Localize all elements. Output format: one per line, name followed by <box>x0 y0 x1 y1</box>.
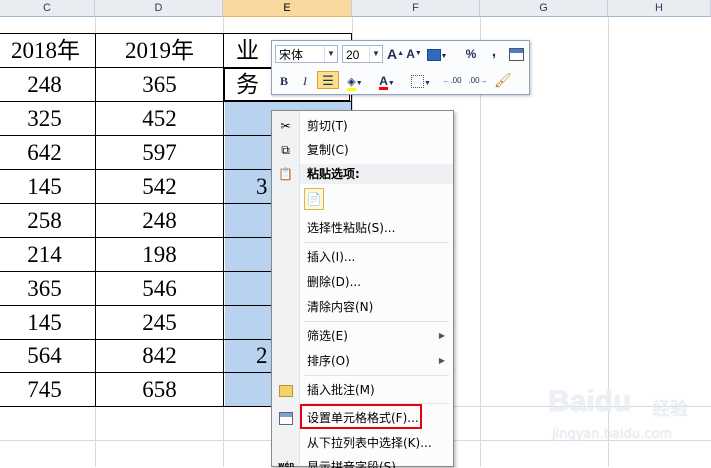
fill-color-button[interactable]: ◈▼ <box>343 72 367 91</box>
submenu-arrow-icon: ▶ <box>438 331 445 340</box>
shrink-font-button[interactable]: A▼ <box>406 45 422 63</box>
watermark-logo: Baidu <box>548 385 632 418</box>
accounting-format-button[interactable]: ▼ <box>426 45 448 63</box>
column-header-h[interactable]: H <box>608 0 711 17</box>
menu-item-sort[interactable]: 排序(O) ▶ <box>272 350 453 372</box>
bold-button[interactable]: B <box>276 72 292 90</box>
accounting-format-icon <box>426 48 441 61</box>
data-cell[interactable]: 198 <box>96 238 223 272</box>
menu-item-phonetic[interactable]: wén 显示拼音字段(S) <box>272 456 453 468</box>
data-cell[interactable]: 642 <box>0 136 95 170</box>
data-cell[interactable]: 245 <box>96 306 223 340</box>
borders-icon <box>411 75 425 89</box>
paint-bucket-icon: ◈ <box>347 77 356 91</box>
menu-separator <box>304 321 449 322</box>
column-header-e[interactable]: E <box>223 0 352 17</box>
menu-item-clear-contents[interactable]: 清除内容(N) <box>272 296 453 318</box>
data-cell[interactable]: 542 <box>96 170 223 204</box>
align-center-icon: ☰ <box>322 73 334 88</box>
highlight-annotation <box>300 404 422 429</box>
data-cell[interactable]: 597 <box>96 136 223 170</box>
submenu-arrow-icon: ▶ <box>438 356 445 365</box>
menu-item-delete[interactable]: 删除(D)... <box>272 271 453 293</box>
header-cell-business[interactable]: 业务 <box>236 34 276 97</box>
watermark-sub: 经验 <box>652 399 688 420</box>
menu-item-insert-comment[interactable]: 插入批注(M) <box>272 379 453 401</box>
scissors-icon: ✂ <box>280 119 291 133</box>
italic-button[interactable]: I <box>298 72 312 90</box>
data-cell[interactable]: 145 <box>0 170 95 204</box>
chevron-down-icon[interactable]: ▼ <box>324 46 337 62</box>
data-cell[interactable]: 248 <box>0 68 95 102</box>
format-painter-icon: 🖌 <box>494 72 512 88</box>
data-cell[interactable]: 214 <box>0 238 95 272</box>
paste-button[interactable]: 📄 <box>304 188 324 210</box>
data-cell[interactable]: 452 <box>96 102 223 136</box>
data-cell[interactable]: 745 <box>0 373 95 407</box>
column-header-d[interactable]: D <box>95 0 223 17</box>
grow-font-button[interactable]: A▲ <box>387 45 404 63</box>
format-painter-table-button[interactable] <box>508 45 525 63</box>
data-cell[interactable]: 258 <box>0 204 95 238</box>
paste-options-header: 粘贴选项: <box>300 164 453 184</box>
column-header-c[interactable]: C <box>0 0 95 17</box>
menu-separator <box>304 375 449 376</box>
watermark-url: jingyan.baidu.com <box>552 427 672 442</box>
menu-item-paste-special[interactable]: 选择性粘贴(S)... <box>272 217 453 239</box>
data-cell[interactable]: 564 <box>0 339 95 373</box>
paste-icon: 📄 <box>306 192 322 206</box>
column-header-g[interactable]: G <box>480 0 608 17</box>
menu-item-pick-from-list[interactable]: 从下拉列表中选择(K)... <box>272 432 453 454</box>
decrease-decimal-button[interactable]: .00→ <box>467 72 489 90</box>
font-name-value: 宋体 <box>279 48 304 62</box>
clipboard-icon: 📋 <box>278 167 293 181</box>
percent-button[interactable]: % <box>464 45 478 63</box>
increase-decimal-button[interactable]: ←.00 <box>441 72 463 90</box>
table-border <box>223 33 224 407</box>
data-cell[interactable]: 145 <box>0 306 95 340</box>
borders-button[interactable]: ▼ <box>410 72 432 90</box>
data-cell[interactable]: 248 <box>96 204 223 238</box>
paste-options-gutter: 📋 <box>272 163 299 185</box>
font-color-icon: A <box>379 74 388 90</box>
menu-separator <box>304 242 449 243</box>
menu-item-filter[interactable]: 筛选(E) ▶ <box>272 325 453 347</box>
font-color-button[interactable]: A▼ <box>375 72 399 90</box>
data-cell[interactable]: 658 <box>96 373 223 407</box>
header-cell-2018[interactable]: 2018年 <box>0 34 95 68</box>
format-painter-button[interactable]: 🖌 <box>494 71 512 89</box>
data-cell[interactable]: 365 <box>96 68 223 102</box>
data-cell[interactable]: 365 <box>0 272 95 306</box>
data-cell[interactable]: 546 <box>96 272 223 306</box>
header-cell-2019[interactable]: 2019年 <box>96 34 223 68</box>
font-name-combo[interactable]: 宋体 ▼ <box>275 45 338 63</box>
menu-item-insert[interactable]: 插入(I)... <box>272 246 453 268</box>
center-align-button[interactable]: ☰ <box>317 71 339 89</box>
menu-item-cut[interactable]: ✂ 剪切(T) <box>272 115 453 137</box>
comment-icon <box>279 385 293 397</box>
chevron-down-icon[interactable]: ▼ <box>369 46 382 62</box>
mini-toolbar: 宋体 ▼ 20 ▼ A▲ A▼ ▼ % , B I ☰ ◈▼ A▼ ▼ ←.00… <box>271 40 530 95</box>
menu-item-copy[interactable]: ⧉ 复制(C) <box>272 139 453 161</box>
comma-button[interactable]: , <box>489 43 499 61</box>
font-size-combo[interactable]: 20 ▼ <box>342 45 383 63</box>
font-size-value: 20 <box>346 48 360 62</box>
data-cell[interactable]: 325 <box>0 102 95 136</box>
data-cell[interactable]: 842 <box>96 339 223 373</box>
column-header-f[interactable]: F <box>352 0 480 17</box>
table-format-icon <box>509 48 524 62</box>
copy-icon: ⧉ <box>281 143 290 157</box>
format-cells-icon <box>279 412 293 425</box>
